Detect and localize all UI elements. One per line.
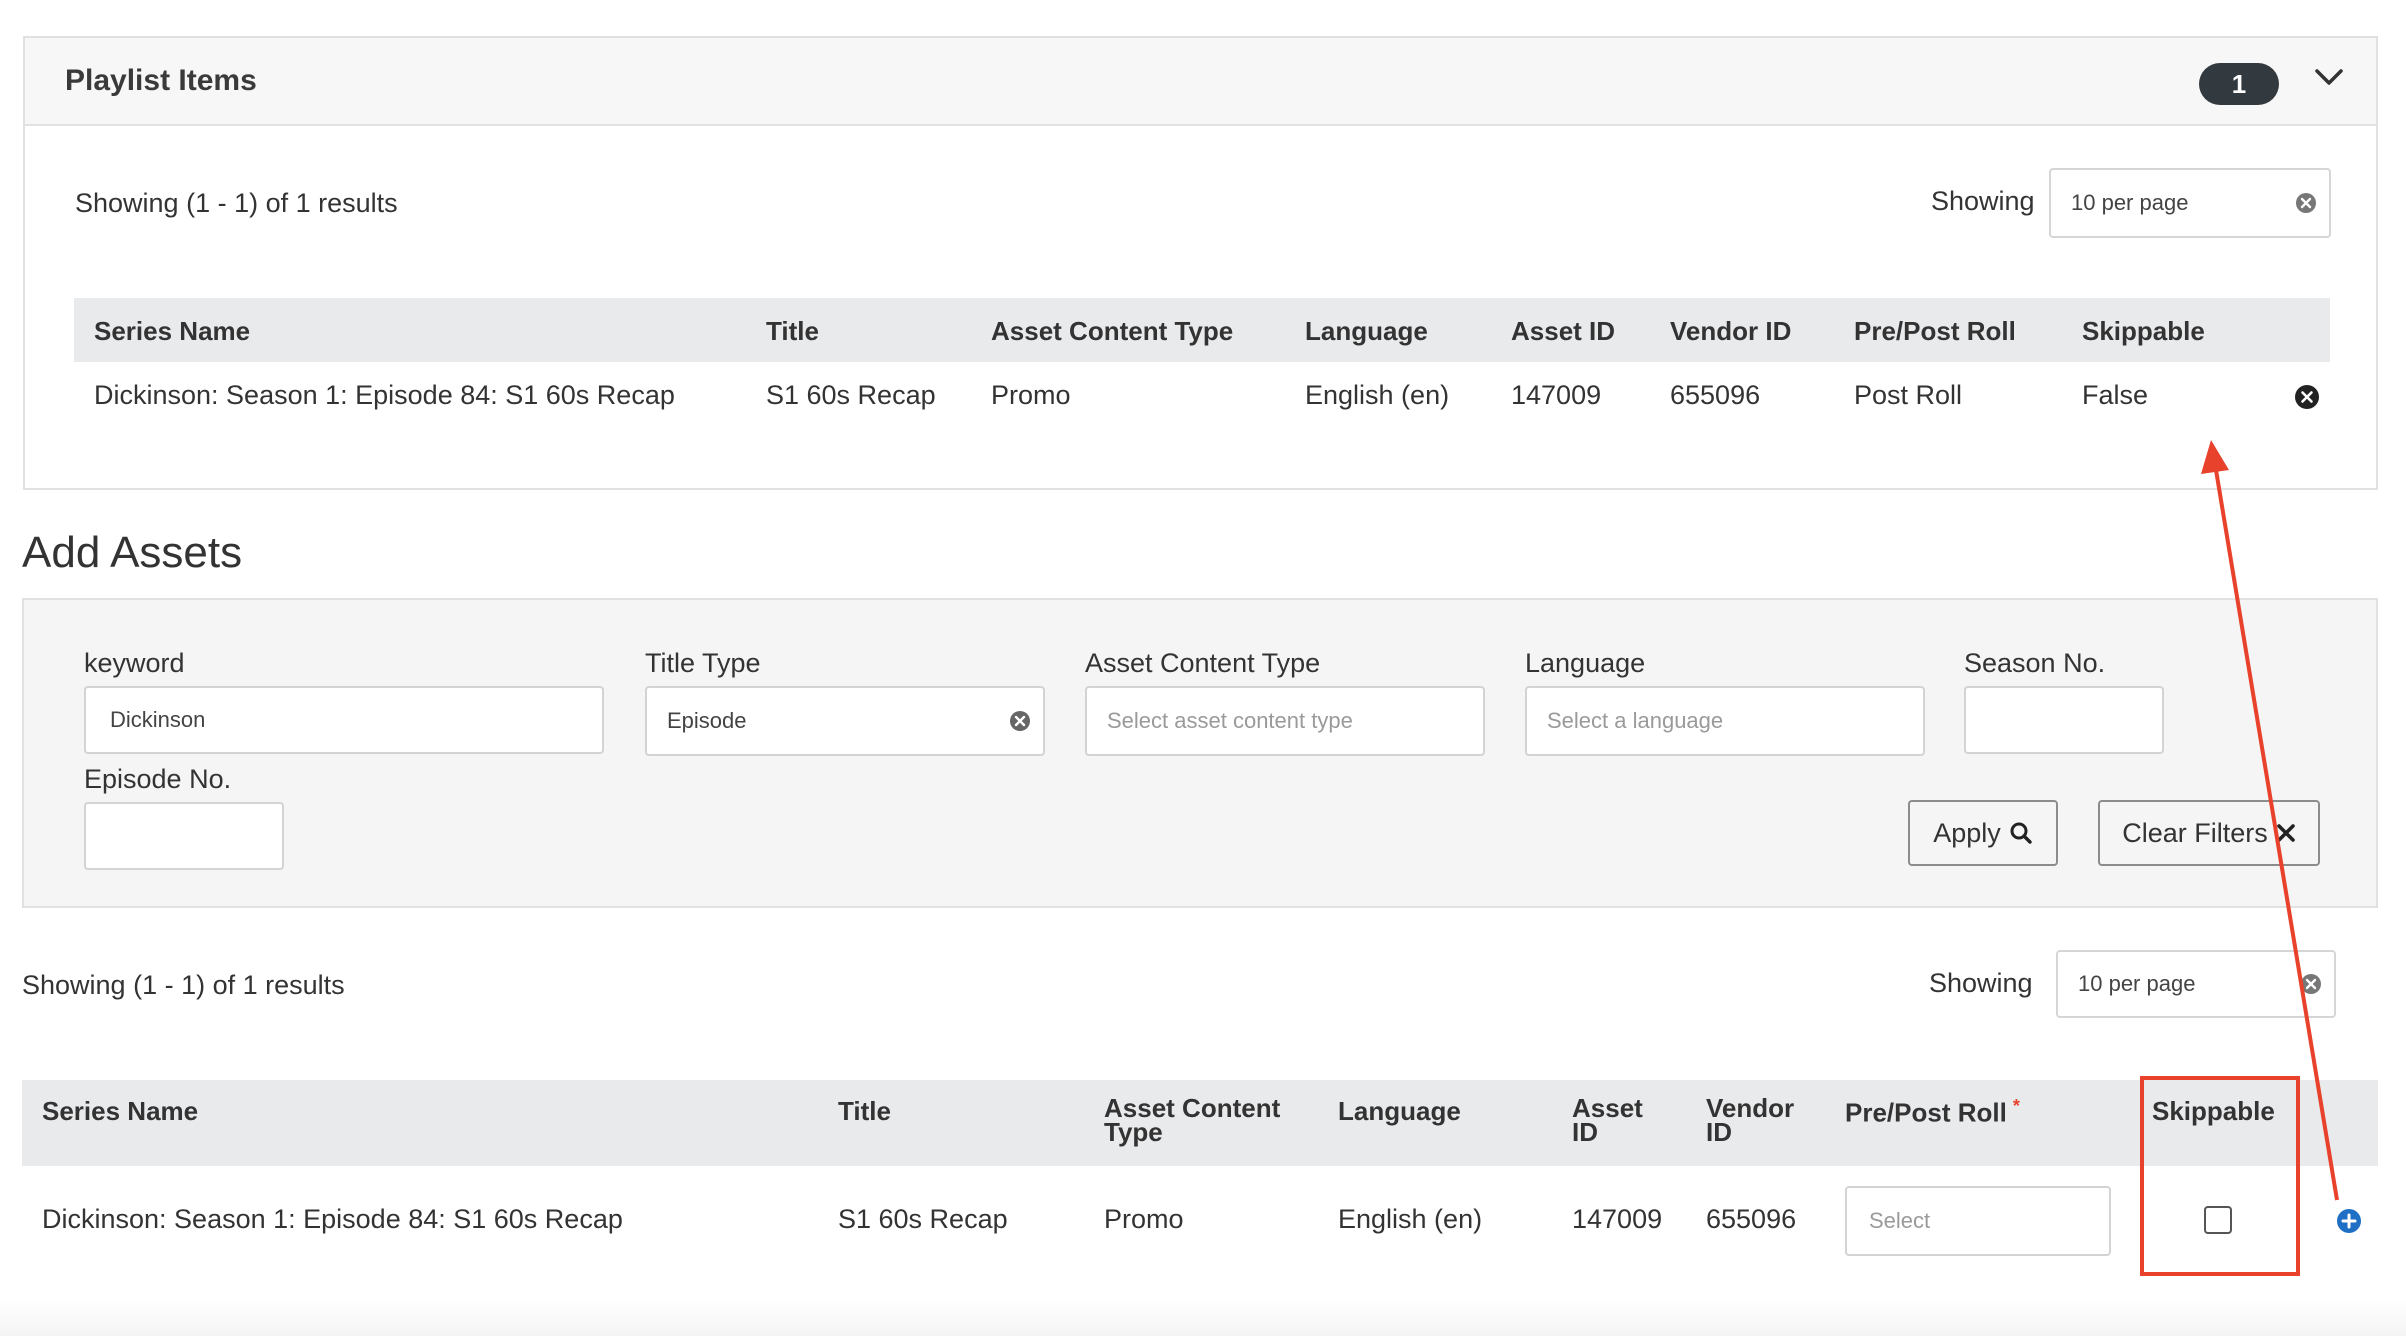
col-asset-content-type[interactable]: Asset Content Type [1104,1095,1280,1147]
cell-series-name: Dickinson: Season 1: Episode 84: S1 60s … [42,1204,623,1234]
col-asset-content-type-line2: Type [1104,1117,1163,1147]
clear-icon[interactable] [1009,710,1031,732]
playlist-table-header: Series Name Title Asset Content Type Lan… [74,298,2330,362]
keyword-value: Dickinson [110,707,206,732]
title-type-select[interactable]: Episode [645,686,1045,756]
col-vendor-id[interactable]: Vendor ID [1706,1095,1794,1147]
page-bottom-edge [0,1300,2406,1336]
col-title[interactable]: Title [838,1096,891,1127]
per-page-label: Showing [1929,968,2033,998]
col-language[interactable]: Language [1338,1096,1461,1127]
episode-label: Episode No. [84,764,232,794]
title-type-label: Title Type [645,648,761,678]
pre-post-roll-placeholder: Select [1869,1208,1931,1233]
playlist-items-panel: Playlist Items 1 Showing (1 - 1) of 1 re… [23,36,2378,490]
highlight-box [2140,1076,2300,1276]
required-asterisk: * [2012,1096,2020,1116]
col-asset-id[interactable]: Asset ID [1572,1095,1643,1147]
per-page-value: 10 per page [2078,971,2196,996]
col-vendor-id[interactable]: Vendor ID [1670,316,1791,347]
cell-title: S1 60s Recap [766,380,936,410]
col-title[interactable]: Title [766,316,819,347]
add-assets-title: Add Assets [22,528,243,577]
assets-table-header: Series Name Title Asset Content Type Lan… [22,1080,2378,1166]
cell-asset-id: 147009 [1572,1204,1663,1234]
cell-language: English (en) [1338,1204,1483,1234]
asset-content-type-placeholder: Select asset content type [1107,708,1353,733]
cell-series-name: Dickinson: Season 1: Episode 84: S1 60s … [94,380,675,410]
title-type-value: Episode [667,708,747,733]
table-row: Dickinson: Season 1: Episode 84: S1 60s … [74,362,2330,428]
playlist-items-title: Playlist Items [65,64,257,97]
filter-panel: keyword Dickinson Title Type Episode Ass… [22,598,2378,908]
per-page-value: 10 per page [2071,190,2189,215]
col-skippable[interactable]: Skippable [2082,316,2205,347]
col-pre-post-roll-label: Pre/Post Roll [1845,1097,2007,1128]
cell-skippable: False [2082,380,2149,410]
cell-vendor-id: 655096 [1670,380,1761,410]
col-language[interactable]: Language [1305,316,1428,347]
playlist-items-header[interactable]: Playlist Items 1 [25,38,2376,126]
apply-label: Apply [1933,817,2001,848]
col-pre-post-roll[interactable]: Pre/Post Roll [1854,316,2016,347]
clear-filters-label: Clear Filters [2122,817,2268,848]
cell-pre-post-roll: Post Roll [1854,380,1963,410]
language-select[interactable]: Select a language [1525,686,1925,756]
remove-row-icon[interactable] [2294,384,2320,410]
keyword-label: keyword [84,648,185,678]
col-series-name[interactable]: Series Name [42,1096,198,1127]
asset-content-type-select[interactable]: Select asset content type [1085,686,1485,756]
keyword-input[interactable]: Dickinson [84,686,604,754]
per-page-select[interactable]: 10 per page [2056,950,2336,1018]
close-icon [2276,824,2295,842]
cell-asset-id: 147009 [1511,380,1602,410]
col-series-name[interactable]: Series Name [94,316,250,347]
language-placeholder: Select a language [1547,708,1724,733]
clear-icon[interactable] [2300,973,2322,995]
apply-button[interactable]: Apply [1908,800,2058,866]
search-icon [2010,822,2032,844]
episode-input[interactable] [84,802,284,870]
season-input[interactable] [1964,686,2164,754]
clear-filters-button[interactable]: Clear Filters [2098,800,2320,866]
language-label: Language [1525,648,1646,678]
col-asset-id[interactable]: Asset ID [1511,316,1615,347]
clear-icon[interactable] [2295,192,2317,214]
cell-asset-content-type: Promo [991,380,1071,410]
col-asset-id-line2: ID [1572,1117,1598,1147]
chevron-down-icon[interactable] [2311,62,2347,92]
cell-language: English (en) [1305,380,1450,410]
table-row: Dickinson: Season 1: Episode 84: S1 60s … [22,1166,2378,1276]
per-page-select[interactable]: 10 per page [2049,168,2331,238]
cell-asset-content-type: Promo [1104,1204,1184,1234]
pre-post-roll-select[interactable]: Select [1845,1186,2111,1256]
col-vendor-id-line2: ID [1706,1117,1732,1147]
asset-content-type-label: Asset Content Type [1085,648,1321,678]
cell-vendor-id: 655096 [1706,1204,1797,1234]
col-asset-content-type[interactable]: Asset Content Type [991,316,1233,347]
season-label: Season No. [1964,648,2106,678]
per-page-label: Showing [1931,186,2035,216]
add-row-icon[interactable] [2336,1208,2362,1234]
results-count-text: Showing (1 - 1) of 1 results [75,188,398,218]
col-pre-post-roll[interactable]: Pre/Post Roll * [1845,1096,2020,1129]
cell-title: S1 60s Recap [838,1204,1008,1234]
count-badge: 1 [2199,63,2279,105]
results-count-text: Showing (1 - 1) of 1 results [22,970,345,1000]
